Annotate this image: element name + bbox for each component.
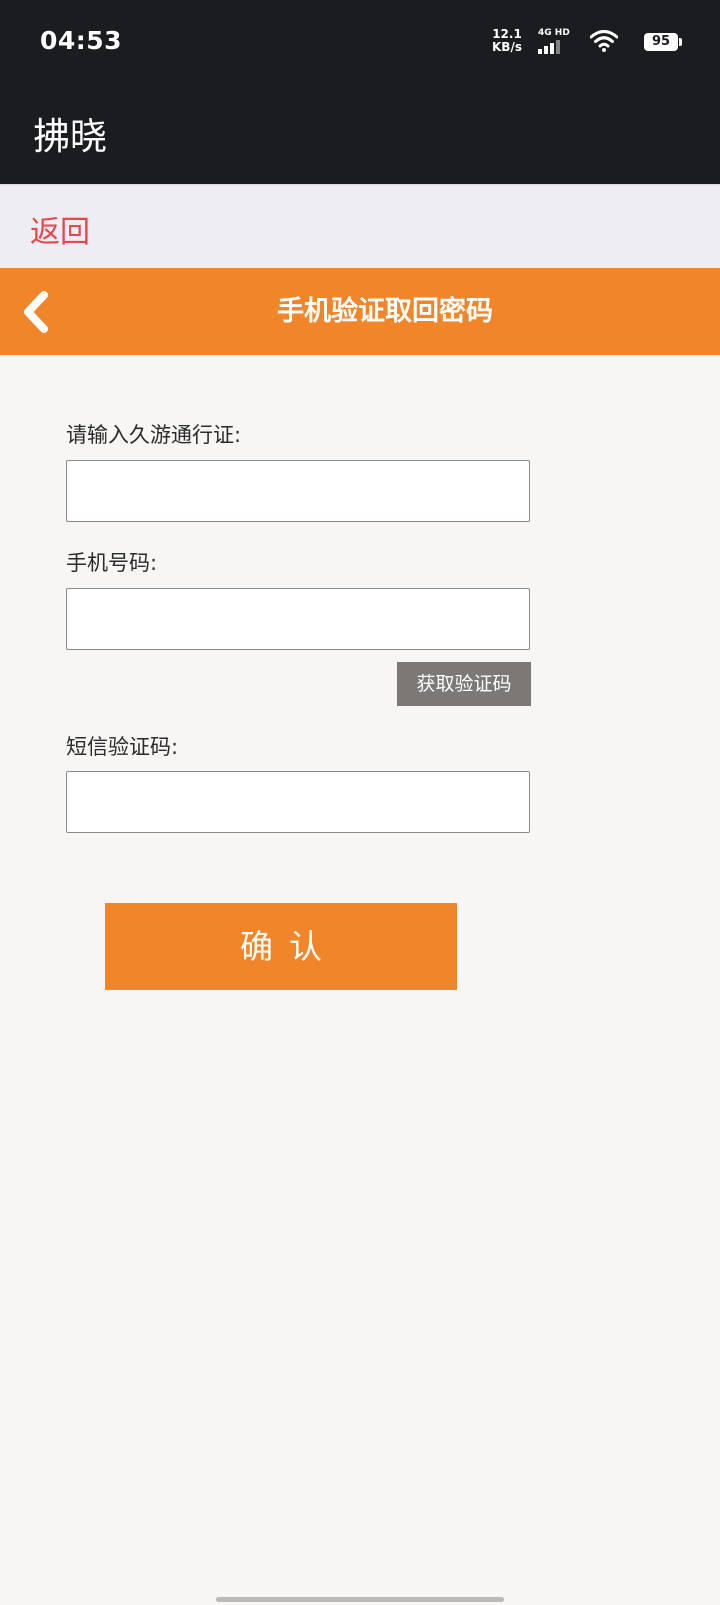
confirm-button[interactable]: 确认 <box>105 903 457 990</box>
cellular-signal-icon: 4G HD <box>538 28 572 54</box>
phone-label: 手机号码: <box>66 551 158 575</box>
status-time: 04:53 <box>40 26 123 55</box>
sms-code-label: 短信验证码: <box>66 735 179 759</box>
phone-input[interactable] <box>66 588 530 650</box>
chevron-left-icon[interactable] <box>18 290 52 334</box>
status-bar: 04:53 12.1 KB/s 4G HD 95 <box>0 0 720 84</box>
app-header: 拂晓 <box>0 84 720 184</box>
home-indicator[interactable] <box>216 1597 504 1602</box>
back-link[interactable]: 返回 <box>30 207 90 251</box>
page-title: 手机验证取回密码 <box>277 296 493 327</box>
app-title: 拂晓 <box>33 115 107 158</box>
network-speed: 12.1 KB/s <box>489 28 525 54</box>
network-speed-unit: KB/s <box>492 40 522 54</box>
sms-code-input[interactable] <box>66 771 530 833</box>
passport-input[interactable] <box>66 460 530 522</box>
network-type: 4G HD <box>538 28 570 38</box>
get-code-button[interactable]: 获取验证码 <box>397 662 531 706</box>
page-titlebar: 手机验证取回密码 <box>0 268 720 355</box>
wifi-icon <box>590 30 618 52</box>
passport-label: 请输入久游通行证: <box>66 423 242 447</box>
battery-level: 95 <box>651 34 671 49</box>
battery-icon: 95 <box>644 33 682 51</box>
back-bar: 返回 <box>0 184 720 268</box>
